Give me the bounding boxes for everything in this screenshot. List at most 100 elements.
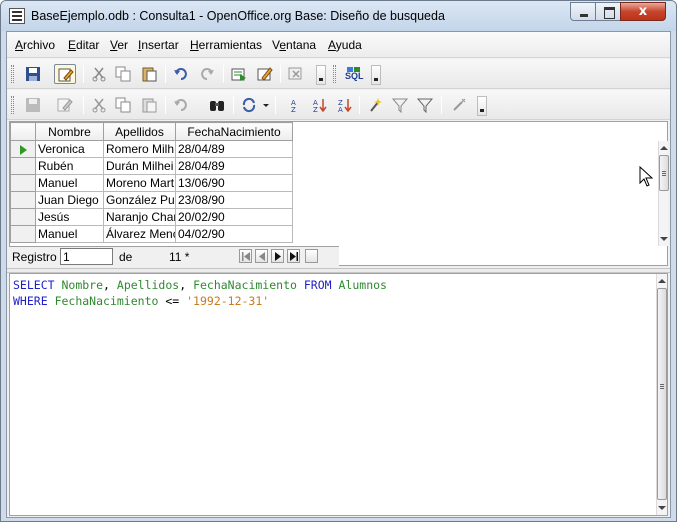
refresh-dropdown-arrow[interactable] <box>263 104 269 107</box>
minimize-button[interactable] <box>570 2 596 21</box>
cell-fechanacimiento[interactable]: 13/06/90 <box>175 174 293 192</box>
cell-nombre[interactable]: Manuel <box>35 225 104 243</box>
close-button[interactable]: x <box>620 2 666 21</box>
design-view-button[interactable] <box>254 64 276 84</box>
row-header[interactable] <box>10 191 36 209</box>
row-header[interactable] <box>10 174 36 192</box>
cell-apellidos[interactable]: Naranjo Char <box>103 208 176 226</box>
cell-fechanacimiento[interactable]: 20/02/90 <box>175 208 293 226</box>
menu-ayuda[interactable]: Ayuda <box>328 38 362 52</box>
cell-fechanacimiento[interactable]: 28/04/89 <box>175 140 293 158</box>
grid-corner[interactable] <box>10 122 36 141</box>
column-header-fechanacimiento[interactable]: FechaNacimiento <box>175 122 293 141</box>
menu-archivo[interactable]: Archivo <box>15 38 55 52</box>
record-count: 11 * <box>169 250 190 264</box>
cell-apellidos[interactable]: Durán Milhei <box>103 157 176 175</box>
record-number-input[interactable] <box>60 248 113 265</box>
edit-mode-button[interactable] <box>54 64 76 84</box>
apply-filter-button[interactable] <box>414 95 436 115</box>
sql-vertical-scrollbar[interactable] <box>656 274 667 515</box>
toolbar-overflow-button[interactable] <box>371 65 381 85</box>
sql-button[interactable]: SQL <box>343 64 365 84</box>
new-record-button[interactable] <box>305 249 318 263</box>
redo-button[interactable] <box>196 64 218 84</box>
copy-button[interactable] <box>112 95 134 115</box>
undo-button[interactable] <box>170 64 192 84</box>
scroll-down-arrow-icon[interactable] <box>660 237 668 241</box>
scroll-up-arrow-icon[interactable] <box>658 279 666 283</box>
sql-text[interactable]: SELECT Nombre, Apellidos, FechaNacimient… <box>13 277 387 309</box>
toolbar-overflow-button[interactable] <box>316 65 326 85</box>
results-grid[interactable]: Nombre Apellidos FechaNacimiento Veronic… <box>9 121 669 266</box>
table-row[interactable]: Veronica Romero Milh 28/04/89 <box>10 140 293 158</box>
copy-button[interactable] <box>112 64 134 84</box>
paste-button[interactable] <box>138 64 160 84</box>
clear-query-button[interactable] <box>285 64 307 84</box>
autofilter-button[interactable] <box>364 95 386 115</box>
previous-record-button[interactable] <box>255 249 268 263</box>
row-header[interactable] <box>10 225 36 243</box>
edit-data-button[interactable] <box>54 95 76 115</box>
cell-nombre[interactable]: Veronica <box>35 140 104 158</box>
cell-nombre[interactable]: Manuel <box>35 174 104 192</box>
find-icon <box>210 101 224 111</box>
cell-nombre[interactable]: Jesús <box>35 208 104 226</box>
scroll-up-arrow-icon[interactable] <box>660 146 668 150</box>
cell-nombre[interactable]: Rubén <box>35 157 104 175</box>
toolbar-grip[interactable] <box>333 65 336 83</box>
row-header[interactable] <box>10 140 36 158</box>
toolbar-overflow-button[interactable] <box>477 96 487 116</box>
menu-editar[interactable]: Editar <box>68 38 99 52</box>
cut-button[interactable] <box>88 95 110 115</box>
sort-descending-button[interactable]: ZA <box>334 95 356 115</box>
undo-button[interactable] <box>170 95 192 115</box>
cell-apellidos[interactable]: Moreno Mart <box>103 174 176 192</box>
grid-vertical-scrollbar[interactable] <box>658 141 669 246</box>
cut-button[interactable] <box>88 64 110 84</box>
next-record-button[interactable] <box>271 249 284 263</box>
cell-nombre[interactable]: Juan Diego <box>35 191 104 209</box>
paste-button[interactable] <box>138 95 160 115</box>
sql-editor[interactable]: SELECT Nombre, Apellidos, FechaNacimient… <box>9 273 668 516</box>
sql-token-op: <= <box>158 294 187 308</box>
results-table: Nombre Apellidos FechaNacimiento Veronic… <box>10 122 293 243</box>
cell-apellidos[interactable]: Romero Milh <box>103 140 176 158</box>
sql-scroll-thumb[interactable] <box>657 288 667 500</box>
column-header-nombre[interactable]: Nombre <box>35 122 104 141</box>
cell-apellidos[interactable]: Álvarez Menc <box>103 225 176 243</box>
menu-herramientas[interactable]: Herramientas <box>190 38 262 52</box>
cell-fechanacimiento[interactable]: 28/04/89 <box>175 157 293 175</box>
scroll-down-arrow-icon[interactable] <box>658 506 666 510</box>
cell-fechanacimiento[interactable]: 23/08/90 <box>175 191 293 209</box>
run-query-button[interactable] <box>228 64 250 84</box>
column-header-apellidos[interactable]: Apellidos <box>103 122 176 141</box>
menu-insertar[interactable]: Insertar <box>138 38 179 52</box>
save-record-button[interactable] <box>22 95 44 115</box>
sort-ascending-button[interactable]: AZ <box>284 95 306 115</box>
find-button[interactable] <box>206 95 228 115</box>
table-row[interactable]: Jesús Naranjo Char 20/02/90 <box>10 208 293 226</box>
row-header[interactable] <box>10 208 36 226</box>
maximize-button[interactable] <box>595 2 621 21</box>
cell-fechanacimiento[interactable]: 04/02/90 <box>175 225 293 243</box>
standard-filter-button[interactable] <box>389 95 411 115</box>
table-row[interactable]: Juan Diego González Puli 23/08/90 <box>10 191 293 209</box>
save-button[interactable] <box>22 64 44 84</box>
toolbar-grip[interactable] <box>11 65 14 83</box>
first-record-button[interactable] <box>239 249 252 263</box>
refresh-button[interactable] <box>238 95 260 115</box>
last-record-button[interactable] <box>287 249 300 263</box>
toolbar-grip[interactable] <box>11 96 14 114</box>
title-bar[interactable]: BaseEjemplo.odb : Consulta1 - OpenOffice… <box>1 1 676 31</box>
menu-ventana[interactable]: Ventana <box>272 38 316 52</box>
row-header[interactable] <box>10 157 36 175</box>
grid-scroll-thumb[interactable] <box>659 155 669 191</box>
sql-token-id: FechaNacimiento <box>54 294 159 308</box>
table-row[interactable]: Manuel Moreno Mart 13/06/90 <box>10 174 293 192</box>
cell-apellidos[interactable]: González Puli <box>103 191 176 209</box>
sort-button[interactable]: AZ <box>309 95 331 115</box>
menu-ver[interactable]: Ver <box>110 38 128 52</box>
table-row[interactable]: Manuel Álvarez Menc 04/02/90 <box>10 225 293 243</box>
table-row[interactable]: Rubén Durán Milhei 28/04/89 <box>10 157 293 175</box>
remove-filter-button[interactable] <box>448 95 470 115</box>
